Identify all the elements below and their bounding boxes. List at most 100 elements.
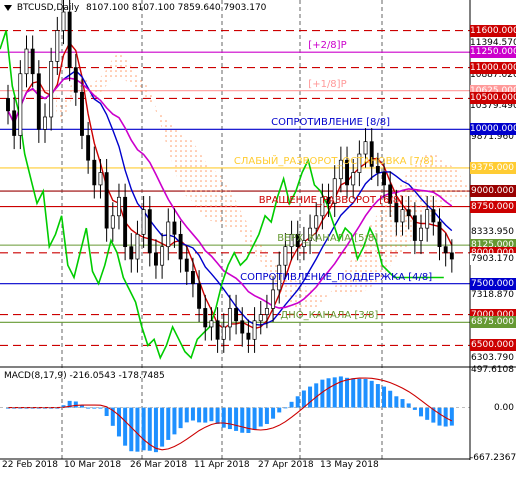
candle-body: [30, 48, 35, 75]
candle-body: [166, 221, 171, 248]
candle-body: [406, 209, 411, 217]
price-tick-label: 8333.950: [471, 227, 514, 238]
macd-bar: [437, 407, 442, 426]
candle-body: [351, 172, 356, 186]
candle-body: [123, 196, 128, 248]
price-chart[interactable]: [0, 0, 516, 478]
macd-bar: [240, 407, 245, 433]
candle-body: [12, 110, 17, 136]
candle-body: [73, 67, 78, 93]
candle-body: [80, 91, 84, 136]
macd-bar: [184, 407, 189, 423]
candle-body: [55, 30, 60, 62]
macd-bar: [351, 378, 356, 408]
price-badge: 6500.000: [470, 339, 516, 352]
macd-bar: [209, 407, 214, 422]
macd-bar: [104, 407, 109, 417]
candle-body: [67, 11, 72, 68]
candle-body: [18, 73, 23, 136]
candle-body: [172, 221, 177, 235]
macd-tick-label: 0.00: [493, 402, 514, 413]
candle-body: [443, 246, 448, 254]
level-label: СОПРОТИВЛЕНИЕ_ПОДДЕРЖКА [4/8]: [240, 271, 433, 283]
macd-bar: [277, 407, 282, 413]
level-label: ВРАЩЕНИЕ_РАЗВОРОТ [6/8]: [258, 194, 404, 206]
macd-bar: [197, 407, 202, 423]
macd-bar: [382, 386, 387, 408]
macd-bar: [166, 407, 171, 440]
macd-bar: [394, 396, 399, 408]
level-label: ДНО_КАНАЛА [3/8]: [280, 310, 379, 322]
macd-bar: [301, 390, 306, 408]
candle-body: [283, 246, 288, 266]
candle-body: [153, 252, 158, 266]
macd-bar: [215, 407, 220, 424]
candle-body: [135, 233, 140, 260]
symbol-timeframe: BTCUSD,Daily: [16, 3, 80, 13]
macd-bar: [172, 407, 177, 435]
macd-bar: [73, 401, 78, 408]
macd-bar: [258, 407, 263, 427]
price-badge: 9000.000: [470, 185, 516, 198]
time-tick-label: 22 Feb 2018: [2, 460, 59, 470]
candle-body: [394, 203, 399, 223]
macd-tick-label: -667.2367: [470, 453, 516, 463]
macd-header: MACD(8,17,9) -216.0543 -178.7485: [4, 371, 165, 381]
price-badge: 7903.170: [470, 252, 516, 265]
candle-body: [110, 215, 115, 229]
candle-body: [49, 61, 54, 118]
candle-body: [314, 215, 319, 229]
candle-body: [252, 320, 257, 340]
candle-body: [382, 172, 386, 186]
macd-bar: [400, 399, 405, 408]
macd-bar: [369, 380, 374, 408]
price-badge: 6875.000: [470, 316, 516, 329]
candle-body: [141, 209, 146, 235]
macd-bar: [388, 390, 393, 408]
candle-body: [425, 209, 430, 229]
price-badge: 10000.000: [470, 123, 516, 136]
price-badge: 9375.000: [470, 161, 516, 174]
macd-bar: [123, 407, 128, 446]
symbol-icon: [4, 4, 12, 11]
candle-body: [104, 172, 109, 229]
candle-body: [215, 320, 220, 340]
macd-bar: [178, 407, 183, 429]
candle-body: [271, 289, 276, 309]
chart-window: BTCUSD,Daily 8107.100 8107.100 7859.640 …: [0, 0, 516, 478]
price-badge: 7500.000: [470, 277, 516, 290]
candle-body: [240, 320, 245, 334]
macd-bar: [135, 407, 140, 452]
candle-body: [24, 48, 29, 75]
macd-bar: [289, 401, 294, 408]
candle-body: [184, 258, 189, 272]
macd-bar: [326, 378, 331, 408]
candle-body: [86, 135, 91, 161]
candle-body: [36, 73, 41, 130]
macd-bar: [412, 407, 417, 410]
macd-bar: [357, 378, 362, 408]
macd-bar: [271, 407, 276, 419]
candle-body: [61, 11, 66, 31]
candle-body: [147, 209, 152, 254]
macd-bar: [153, 407, 158, 453]
candle-body: [117, 196, 121, 217]
level-label: СЛАБЫЙ_РАЗВОРОТ_ОСТАНОВКА [7/8]: [233, 155, 434, 167]
candle-body: [92, 159, 97, 186]
price-badge: 11000.000: [470, 61, 516, 74]
candle-body: [227, 308, 232, 328]
candle-body: [209, 320, 214, 328]
level-label: [+1/8]P: [308, 78, 347, 90]
macd-bar: [252, 407, 257, 430]
candle-body: [400, 209, 405, 223]
candle-body: [264, 308, 269, 315]
macd-bar: [264, 407, 269, 424]
time-tick-label: 11 Apr 2018: [194, 460, 250, 470]
price-badge: 8750.000: [470, 200, 516, 213]
price-badge: 11250.000: [470, 46, 516, 59]
price-tick-label: 7318.870: [471, 289, 514, 300]
macd-bar: [116, 407, 121, 437]
candle-body: [6, 98, 10, 112]
time-tick-label: 10 Mar 2018: [64, 460, 122, 470]
time-tick-label: 26 Mar 2018: [130, 460, 188, 470]
